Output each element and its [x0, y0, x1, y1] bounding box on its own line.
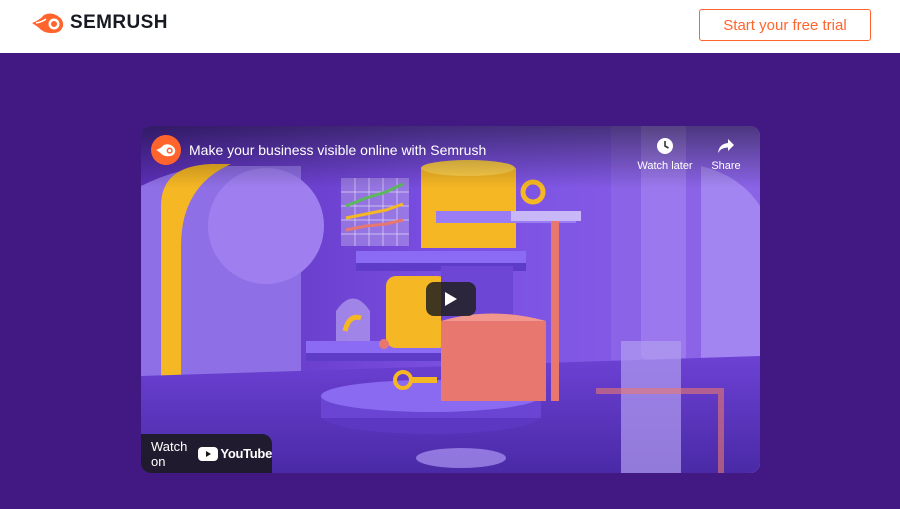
channel-avatar[interactable] — [151, 135, 181, 165]
watch-on-youtube-button[interactable]: Watch on YouTube — [141, 434, 272, 473]
start-free-trial-button[interactable]: Start your free trial — [699, 9, 871, 41]
video-player[interactable]: Make your business visible online with S… — [141, 126, 760, 473]
play-button[interactable] — [426, 282, 476, 316]
youtube-wordmark: YouTube — [220, 446, 272, 461]
semrush-logo[interactable]: SEMRUSH — [30, 11, 168, 35]
video-title-bar: Make your business visible online with S… — [141, 126, 760, 188]
video-title[interactable]: Make your business visible online with S… — [189, 142, 486, 158]
youtube-icon — [198, 446, 219, 461]
share-label: Share — [711, 160, 741, 172]
watch-later-button[interactable]: Watch later — [635, 136, 695, 172]
watch-later-label: Watch later — [637, 160, 693, 172]
clock-icon — [655, 136, 675, 156]
semrush-logo-icon — [156, 144, 176, 157]
play-icon — [445, 292, 457, 306]
watch-on-label: Watch on — [151, 438, 188, 469]
share-arrow-icon — [716, 136, 736, 156]
share-button[interactable]: Share — [696, 136, 756, 172]
logo-wordmark: SEMRUSH — [70, 12, 168, 33]
youtube-logo: YouTube — [198, 446, 272, 461]
top-bar: SEMRUSH Start your free trial — [0, 0, 900, 53]
semrush-logo-icon — [32, 13, 64, 34]
